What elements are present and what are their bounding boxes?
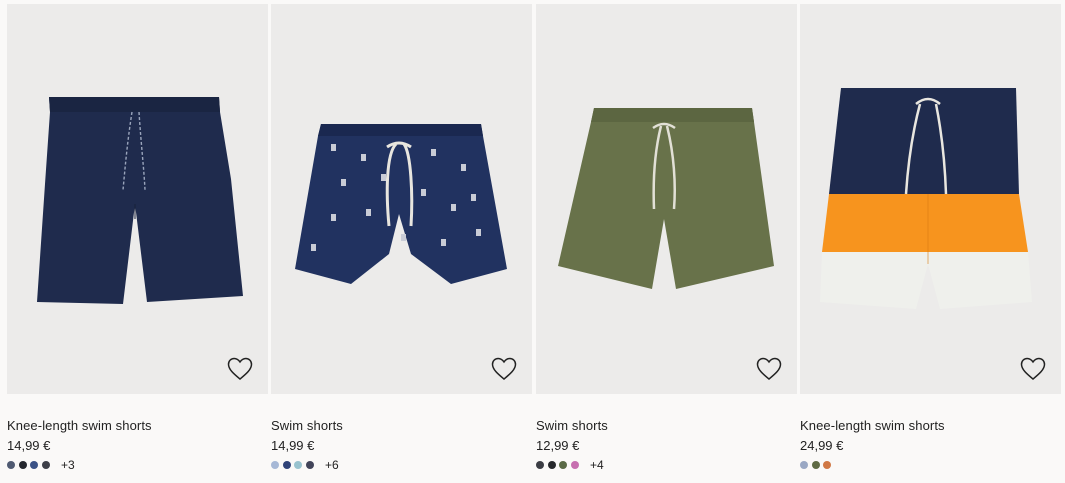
color-swatch[interactable] bbox=[18, 461, 27, 469]
more-colors-count[interactable]: +4 bbox=[590, 459, 604, 471]
color-swatch[interactable] bbox=[559, 461, 567, 469]
color-swatch[interactable] bbox=[823, 461, 831, 469]
product-title[interactable]: Knee-length swim shorts bbox=[7, 418, 268, 434]
shorts-body bbox=[295, 124, 507, 284]
product-card[interactable]: Knee-length swim shorts 14,99 € +3 bbox=[7, 4, 268, 483]
color-swatch[interactable] bbox=[282, 461, 291, 469]
product-price: 12,99 € bbox=[536, 438, 580, 453]
favorite-heart-icon[interactable] bbox=[756, 357, 782, 381]
product-image[interactable] bbox=[536, 4, 797, 394]
swim-shorts-image bbox=[295, 124, 507, 284]
product-grid: Knee-length swim shorts 14,99 € +3 Swim … bbox=[0, 0, 1065, 483]
swim-shorts-image bbox=[37, 97, 243, 304]
color-swatch[interactable] bbox=[547, 461, 556, 469]
color-swatches: +6 bbox=[271, 459, 532, 471]
favorite-heart-icon[interactable] bbox=[227, 357, 253, 381]
waistband bbox=[591, 108, 754, 122]
shorts-body bbox=[558, 108, 774, 289]
waistband bbox=[49, 97, 220, 112]
product-price: 24,99 € bbox=[800, 438, 844, 453]
more-colors-count[interactable]: +3 bbox=[61, 459, 75, 471]
color-swatch[interactable] bbox=[800, 461, 808, 469]
favorite-heart-icon[interactable] bbox=[491, 357, 517, 381]
color-swatch[interactable] bbox=[7, 461, 15, 469]
color-swatches: +3 bbox=[7, 459, 268, 471]
color-swatch[interactable] bbox=[536, 461, 544, 469]
color-swatch[interactable] bbox=[294, 461, 302, 469]
product-price: 14,99 € bbox=[7, 438, 51, 453]
product-card[interactable]: Swim shorts 14,99 € +6 bbox=[271, 4, 532, 483]
swim-shorts-image bbox=[820, 88, 1032, 309]
color-swatch[interactable] bbox=[305, 461, 314, 469]
product-card[interactable]: Knee-length swim shorts 24,99 € bbox=[800, 4, 1061, 483]
product-price: 14,99 € bbox=[271, 438, 315, 453]
favorite-heart-icon[interactable] bbox=[1020, 357, 1046, 381]
product-title[interactable]: Swim shorts bbox=[536, 418, 797, 434]
waistband bbox=[318, 124, 483, 136]
shorts-navy-panel bbox=[829, 88, 1019, 194]
product-image[interactable] bbox=[800, 4, 1061, 394]
product-image[interactable] bbox=[271, 4, 532, 394]
color-swatch[interactable] bbox=[570, 461, 579, 469]
color-swatch[interactable] bbox=[271, 461, 279, 469]
more-colors-count[interactable]: +6 bbox=[325, 459, 339, 471]
color-swatch[interactable] bbox=[41, 461, 50, 469]
color-swatches: +4 bbox=[536, 459, 797, 471]
color-swatches bbox=[800, 459, 1061, 471]
shorts-white-panel bbox=[820, 252, 1032, 309]
product-card[interactable]: Swim shorts 12,99 € +4 bbox=[536, 4, 797, 483]
product-title[interactable]: Swim shorts bbox=[271, 418, 532, 434]
color-swatch[interactable] bbox=[30, 461, 38, 469]
shorts-orange-panel bbox=[822, 194, 1028, 252]
color-swatch[interactable] bbox=[811, 461, 820, 469]
swim-shorts-image bbox=[558, 108, 774, 289]
product-image[interactable] bbox=[7, 4, 268, 394]
product-title[interactable]: Knee-length swim shorts bbox=[800, 418, 1061, 434]
